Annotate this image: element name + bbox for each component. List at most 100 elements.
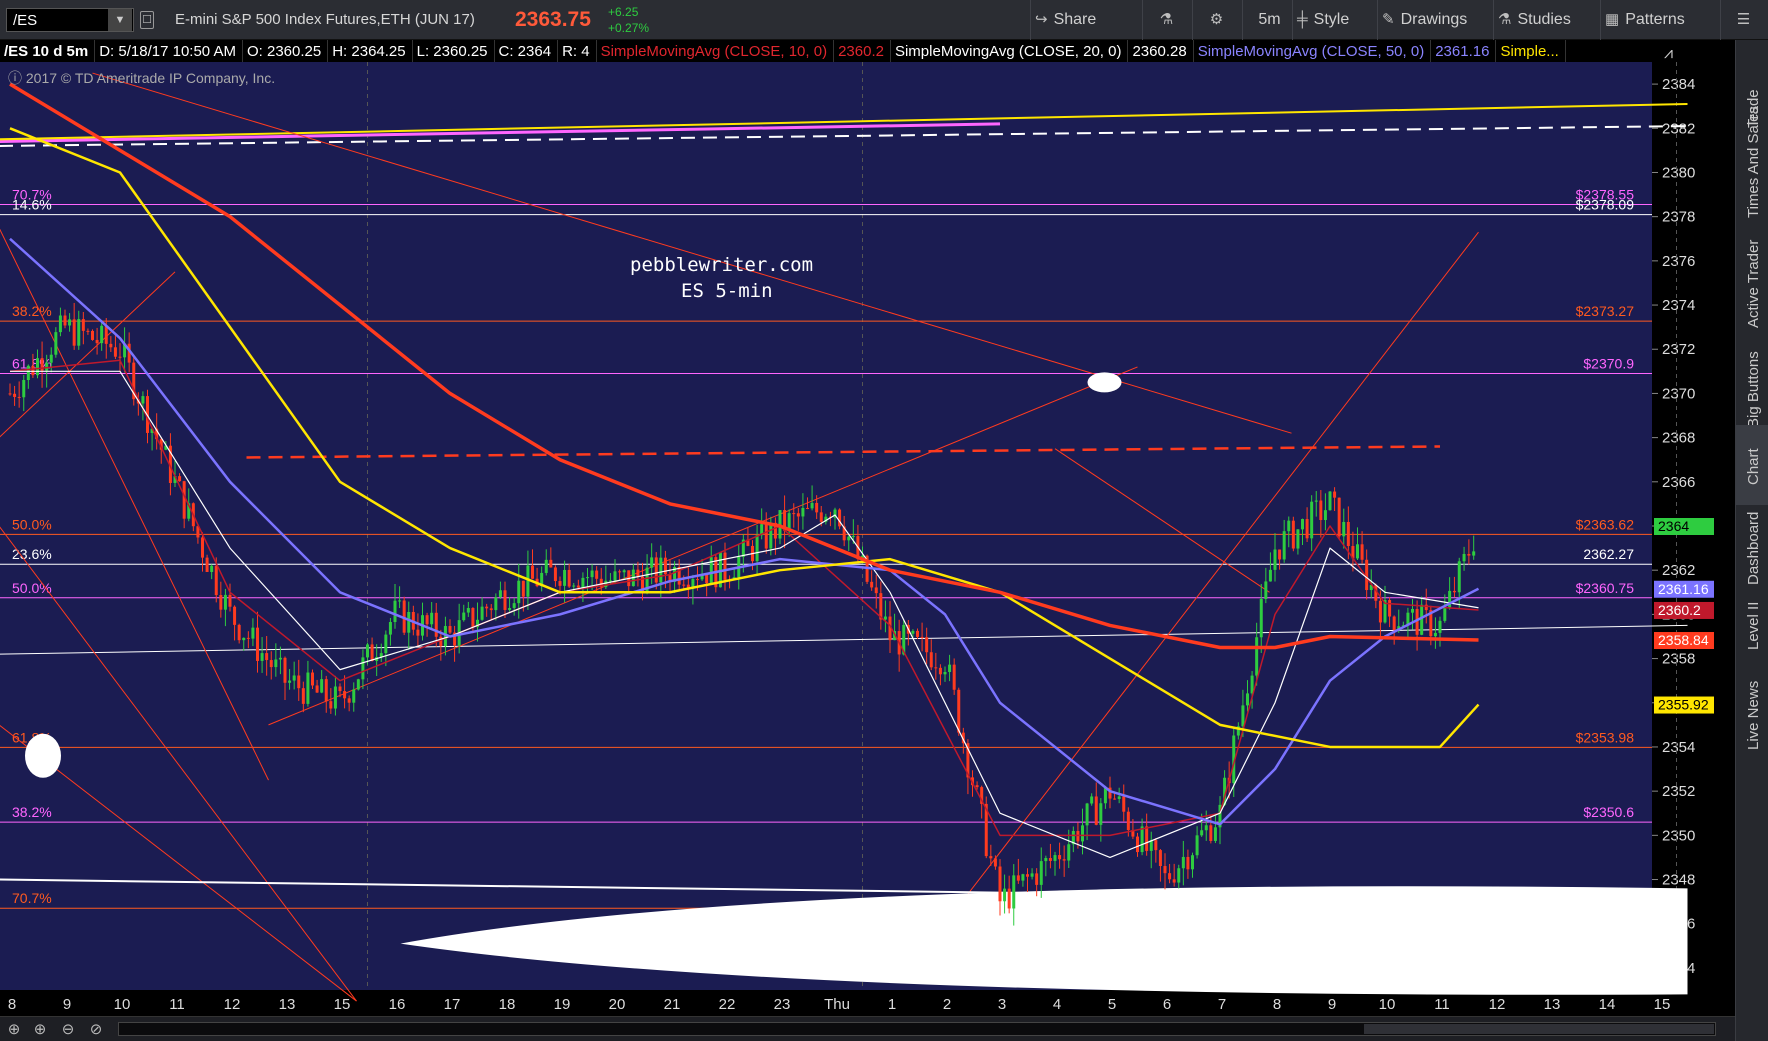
candle-body[interactable] <box>324 679 328 702</box>
candle-body[interactable] <box>1085 803 1089 826</box>
candle-body[interactable] <box>764 524 768 549</box>
candle-body[interactable] <box>1264 581 1268 599</box>
candle-body[interactable] <box>315 685 319 693</box>
highlight-circle[interactable] <box>25 733 61 778</box>
candle-body[interactable] <box>416 629 420 636</box>
candle-body[interactable] <box>654 557 658 583</box>
candle-body[interactable] <box>1438 620 1442 633</box>
candle-body[interactable] <box>792 513 796 515</box>
candle-body[interactable] <box>1195 835 1199 856</box>
candle-body[interactable] <box>572 585 576 587</box>
candle-body[interactable] <box>1314 500 1318 502</box>
candle-body[interactable] <box>531 565 534 579</box>
candle-body[interactable] <box>1433 632 1437 637</box>
candle-body[interactable] <box>590 570 594 578</box>
candle-body[interactable] <box>407 611 411 633</box>
candle-body[interactable] <box>343 691 347 699</box>
highlight-circle[interactable] <box>1087 372 1122 393</box>
candle-body[interactable] <box>1319 500 1323 521</box>
candle-body[interactable] <box>361 657 365 680</box>
candle-body[interactable] <box>1035 873 1039 885</box>
candle-body[interactable] <box>581 577 585 588</box>
legend-more[interactable]: Simple... <box>1496 40 1566 62</box>
candle-body[interactable] <box>1204 825 1208 831</box>
candle-body[interactable] <box>810 502 814 509</box>
candle-body[interactable] <box>104 325 108 344</box>
candle-body[interactable] <box>595 570 599 579</box>
studies-button[interactable]: ⚗ Studies <box>1493 0 1600 40</box>
crosshair-icon[interactable]: ⊕ <box>4 1020 24 1040</box>
candle-body[interactable] <box>618 571 622 573</box>
candle-body[interactable] <box>998 866 1002 902</box>
candle-body[interactable] <box>796 513 800 517</box>
tab-big-buttons[interactable]: Big Buttons <box>1736 345 1768 428</box>
candle-body[interactable] <box>1136 836 1139 853</box>
candle-body[interactable] <box>54 332 58 355</box>
candle-body[interactable] <box>943 672 947 675</box>
candle-body[interactable] <box>544 559 548 573</box>
candle-body[interactable] <box>352 689 356 703</box>
candle-body[interactable] <box>1472 551 1476 556</box>
candle-body[interactable] <box>347 698 351 703</box>
candle-body[interactable] <box>265 653 269 661</box>
candle-body[interactable] <box>1113 798 1117 800</box>
candle-body[interactable] <box>1310 501 1314 539</box>
candle-body[interactable] <box>576 585 580 588</box>
candle-body[interactable] <box>13 393 17 397</box>
tab-chart[interactable]: Chart <box>1736 425 1768 505</box>
settings-button[interactable]: ⚙ <box>1192 0 1242 40</box>
candle-body[interactable] <box>1328 491 1332 511</box>
candle-body[interactable] <box>1467 553 1471 556</box>
candle-body[interactable] <box>1053 855 1057 861</box>
candle-body[interactable] <box>1058 855 1062 860</box>
candle-body[interactable] <box>36 358 39 376</box>
candle-body[interactable] <box>8 393 12 395</box>
candle-body[interactable] <box>333 686 337 709</box>
candle-body[interactable] <box>911 630 915 634</box>
candle-body[interactable] <box>1168 873 1172 880</box>
candle-body[interactable] <box>517 580 521 604</box>
time-scrollbar[interactable] <box>118 1022 1716 1036</box>
legend-sma50[interactable]: SimpleMovingAvg (CLOSE, 50, 0) <box>1194 40 1432 62</box>
candle-body[interactable] <box>1346 521 1350 547</box>
candle-body[interactable] <box>366 644 369 658</box>
tab-active-trader[interactable]: Active Trader <box>1736 240 1768 340</box>
candle-body[interactable] <box>1094 796 1098 825</box>
candle-body[interactable] <box>957 689 961 733</box>
patterns-button[interactable]: ▦ Patterns <box>1600 0 1720 40</box>
candle-body[interactable] <box>301 688 305 704</box>
candle-body[interactable] <box>283 657 287 683</box>
candle-body[interactable] <box>769 522 773 549</box>
candle-body[interactable] <box>1044 858 1048 862</box>
candle-body[interactable] <box>1117 796 1121 799</box>
candle-body[interactable] <box>219 595 223 610</box>
candle-body[interactable] <box>558 581 562 586</box>
candle-body[interactable] <box>975 785 979 788</box>
candle-body[interactable] <box>109 343 113 348</box>
candle-body[interactable] <box>81 319 85 331</box>
candle-body[interactable] <box>100 325 104 344</box>
candle-body[interactable] <box>45 362 49 371</box>
candle-body[interactable] <box>1301 519 1304 530</box>
candle-body[interactable] <box>1076 831 1080 842</box>
candle-body[interactable] <box>948 664 952 673</box>
candle-body[interactable] <box>430 612 434 625</box>
candle-body[interactable] <box>659 557 663 583</box>
candle-body[interactable] <box>384 634 388 654</box>
candle-body[interactable] <box>237 624 241 641</box>
candle-body[interactable] <box>1296 529 1300 549</box>
candle-body[interactable] <box>251 627 255 639</box>
candle-body[interactable] <box>91 330 94 340</box>
candle-body[interactable] <box>17 396 21 398</box>
candle-body[interactable] <box>1291 520 1295 549</box>
candle-body[interactable] <box>1411 608 1414 613</box>
candle-body[interactable] <box>801 507 805 517</box>
candle-body[interactable] <box>1067 844 1071 861</box>
candle-body[interactable] <box>696 579 699 581</box>
candle-body[interactable] <box>1200 830 1204 836</box>
candle-body[interactable] <box>755 535 759 562</box>
candle-body[interactable] <box>952 664 956 690</box>
candle-body[interactable] <box>288 680 292 683</box>
candle-body[interactable] <box>1191 855 1194 870</box>
candle-body[interactable] <box>274 659 278 668</box>
